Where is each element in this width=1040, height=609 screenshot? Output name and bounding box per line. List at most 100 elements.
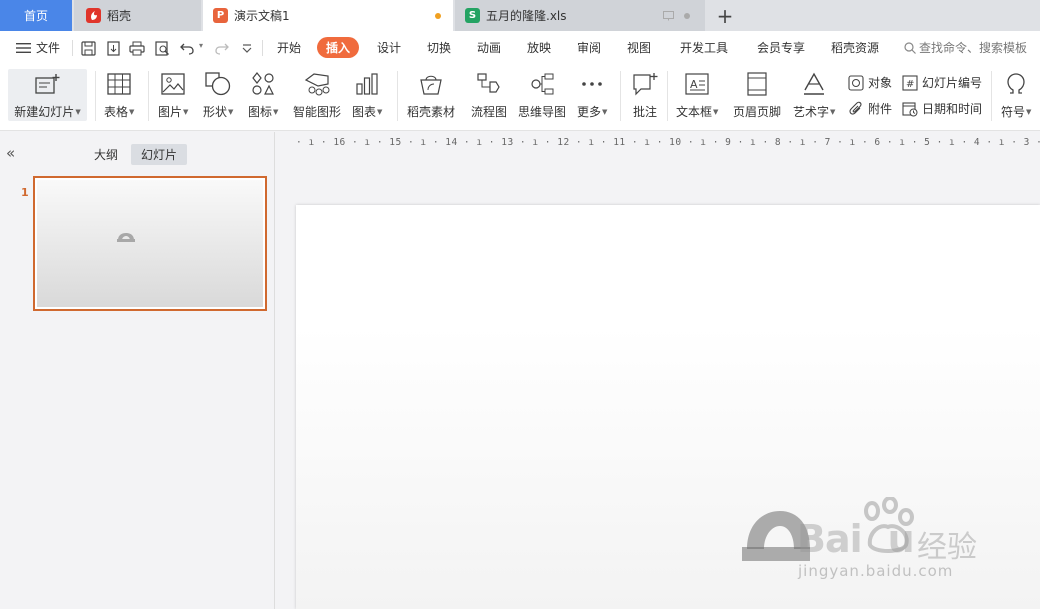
daoke-logo-icon bbox=[86, 8, 101, 23]
table-button[interactable]: 表格▼ bbox=[104, 70, 134, 120]
daoke-material-label: 稻壳素材 bbox=[407, 105, 456, 119]
hash-icon: # bbox=[902, 74, 918, 91]
mindmap-icon bbox=[528, 70, 556, 98]
flowchart-button[interactable]: 流程图 bbox=[471, 70, 507, 120]
screen-icon[interactable] bbox=[663, 11, 674, 21]
mindmap-button[interactable]: 思维导图 bbox=[518, 70, 566, 120]
redo-icon[interactable] bbox=[212, 39, 230, 57]
more-icon bbox=[578, 70, 606, 98]
tab-daoke-label: 稻壳 bbox=[107, 9, 132, 23]
divider bbox=[397, 71, 398, 121]
header-footer-button[interactable]: 页眉页脚 bbox=[733, 70, 781, 120]
undo-dropdown-icon[interactable]: ▾ bbox=[199, 41, 203, 50]
shape-icon bbox=[204, 70, 232, 98]
icons-icon bbox=[249, 70, 277, 98]
menu-file[interactable]: 文件 bbox=[36, 39, 60, 56]
omega-icon bbox=[1002, 70, 1030, 98]
textbox-button[interactable]: A 文本框▼ bbox=[676, 70, 718, 120]
menu-slideshow[interactable]: 放映 bbox=[527, 39, 551, 56]
tab-home[interactable]: 首页 bbox=[0, 0, 72, 31]
flowchart-icon bbox=[475, 70, 503, 98]
header-footer-label: 页眉页脚 bbox=[733, 105, 782, 119]
symbol-label: 符号▼ bbox=[1001, 105, 1032, 119]
chart-label: 图表▼ bbox=[352, 105, 383, 119]
slide-thumbnail[interactable] bbox=[33, 176, 267, 311]
more-button[interactable]: 更多▼ bbox=[577, 70, 607, 120]
tab-daoke[interactable]: 稻壳 bbox=[74, 0, 201, 31]
smartart-button[interactable]: 智能图形 bbox=[293, 70, 341, 120]
slide-thumbnail-preview bbox=[37, 180, 263, 307]
picture-button[interactable]: 图片▼ bbox=[158, 70, 188, 120]
spreadsheet-file-icon: S bbox=[465, 8, 480, 23]
picture-label: 图片▼ bbox=[158, 105, 189, 119]
slide-number-label: 幻灯片编号 bbox=[922, 76, 983, 90]
tab-presentation[interactable]: P 演示文稿1 bbox=[203, 0, 453, 31]
shape-button[interactable]: 形状▼ bbox=[203, 70, 233, 120]
icon-button[interactable]: 图标▼ bbox=[248, 70, 278, 120]
undo-icon[interactable] bbox=[178, 39, 196, 57]
new-tab-button[interactable]: + bbox=[712, 2, 738, 29]
menu-animation[interactable]: 动画 bbox=[477, 39, 501, 56]
material-basket-icon bbox=[417, 70, 445, 98]
object-icon bbox=[848, 74, 864, 91]
attachment-button[interactable]: 附件 bbox=[848, 100, 892, 117]
menu-review[interactable]: 审阅 bbox=[577, 39, 601, 56]
hamburger-icon[interactable] bbox=[14, 39, 32, 57]
customize-toolbar-icon[interactable] bbox=[238, 39, 256, 57]
slide-number: 1 bbox=[21, 186, 29, 199]
tab-spreadsheet[interactable]: S 五月的隆隆.xls bbox=[455, 0, 705, 31]
divider bbox=[95, 71, 96, 121]
divider bbox=[72, 40, 73, 56]
chart-icon bbox=[353, 70, 381, 98]
horizontal-ruler: · ı · 16 · ı · 15 · ı · 14 · ı · 13 · ı … bbox=[296, 137, 1040, 148]
menu-developer[interactable]: 开发工具 bbox=[680, 39, 728, 56]
wordart-icon bbox=[800, 70, 828, 98]
menu-daoke-resources[interactable]: 稻壳资源 bbox=[831, 39, 879, 56]
menu-membership[interactable]: 会员专享 bbox=[757, 39, 805, 56]
chart-button[interactable]: 图表▼ bbox=[352, 70, 382, 120]
comment-label: 批注 bbox=[632, 105, 657, 119]
svg-text:#: # bbox=[906, 79, 914, 90]
object-button[interactable]: 对象 bbox=[848, 74, 892, 91]
tab-presentation-label: 演示文稿1 bbox=[234, 9, 290, 23]
collapse-panel-icon[interactable]: « bbox=[6, 144, 15, 162]
wordart-label: 艺术字▼ bbox=[793, 105, 836, 119]
flowchart-label: 流程图 bbox=[471, 105, 508, 119]
comment-icon bbox=[631, 70, 659, 98]
export-pdf-icon[interactable] bbox=[104, 39, 122, 57]
slide-number-button[interactable]: # 幻灯片编号 bbox=[902, 74, 982, 91]
symbol-button[interactable]: 符号▼ bbox=[1001, 70, 1031, 120]
smartart-label: 智能图形 bbox=[293, 105, 342, 119]
new-slide-label: 新建幻灯片▼ bbox=[14, 105, 81, 119]
search-icon bbox=[904, 42, 916, 54]
divider bbox=[148, 71, 149, 121]
slide-panel: « 大纲 幻灯片 1 bbox=[0, 132, 275, 609]
new-slide-button[interactable]: 新建幻灯片▼ bbox=[8, 69, 87, 121]
daoke-material-button[interactable]: 稻壳素材 bbox=[407, 70, 455, 120]
picture-icon bbox=[159, 70, 187, 98]
watermark-url: jingyan.baidu.com bbox=[798, 562, 954, 580]
print-preview-icon[interactable] bbox=[153, 39, 171, 57]
textbox-label: 文本框▼ bbox=[676, 105, 719, 119]
presentation-file-icon: P bbox=[213, 8, 228, 23]
print-icon[interactable] bbox=[128, 39, 146, 57]
menu-design[interactable]: 设计 bbox=[377, 39, 401, 56]
tab-outline[interactable]: 大纲 bbox=[88, 144, 124, 165]
command-search[interactable]: 查找命令、搜索模板 bbox=[904, 39, 1027, 56]
table-icon bbox=[105, 70, 133, 98]
watermark-experience: 经验 bbox=[917, 530, 977, 565]
paperclip-icon bbox=[849, 101, 862, 115]
menu-insert[interactable]: 插入 bbox=[317, 37, 360, 58]
tab-spreadsheet-label: 五月的隆隆.xls bbox=[486, 9, 567, 23]
menu-bar: 文件 ▾ 开始 插入 设计 切换 动画 放映 审阅 视图 开发工具 会员专享 稻… bbox=[0, 31, 1040, 65]
wordart-button[interactable]: 艺术字▼ bbox=[793, 70, 835, 120]
tab-slides[interactable]: 幻灯片 bbox=[131, 144, 187, 165]
tab-home-label: 首页 bbox=[23, 9, 48, 23]
divider bbox=[620, 71, 621, 121]
menu-transition[interactable]: 切换 bbox=[427, 39, 451, 56]
comment-button[interactable]: 批注 bbox=[631, 70, 659, 120]
save-icon[interactable] bbox=[79, 39, 97, 57]
menu-start[interactable]: 开始 bbox=[277, 39, 301, 56]
datetime-button[interactable]: 日期和时间 bbox=[902, 100, 982, 117]
menu-view[interactable]: 视图 bbox=[627, 39, 651, 56]
